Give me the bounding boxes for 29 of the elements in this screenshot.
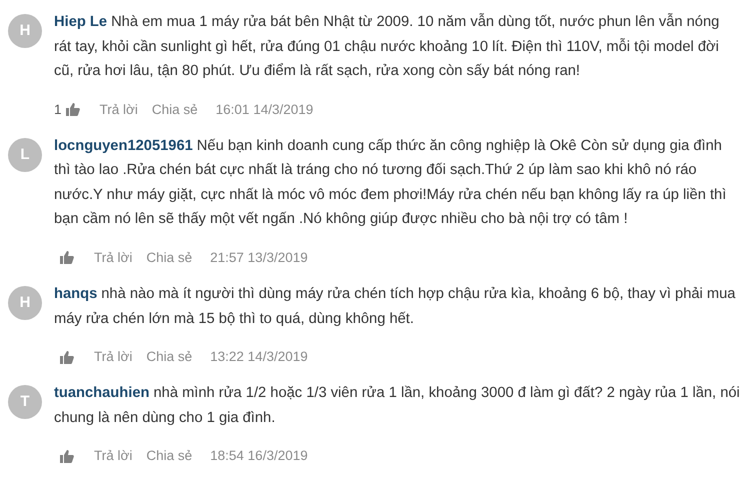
avatar: T — [8, 385, 42, 420]
author-link[interactable]: tuanchauhien — [54, 385, 150, 402]
timestamp: 21:57 13/3/2019 — [210, 248, 308, 267]
share-link[interactable]: Chia sẻ — [152, 100, 198, 120]
timestamp: 18:54 16/3/2019 — [210, 447, 308, 466]
timestamp: 16:01 14/3/2019 — [216, 100, 314, 118]
thumbs-up-icon[interactable] — [60, 350, 74, 364]
author-link[interactable]: locnguyen12051961 — [54, 138, 193, 154]
reply-link[interactable]: Trả lời — [94, 347, 132, 368]
reply-link[interactable]: Trả lời — [94, 446, 132, 466]
author-link[interactable]: hanqs — [54, 286, 98, 302]
author-link[interactable]: Hiep Le — [54, 14, 108, 30]
avatar: L — [8, 138, 42, 172]
share-link[interactable]: Chia sẻ — [146, 347, 192, 368]
thumbs-up-icon[interactable] — [66, 103, 80, 116]
thumbs-up-icon[interactable] — [60, 251, 74, 264]
avatar: H — [8, 286, 42, 320]
timestamp: 13:22 14/3/2019 — [210, 348, 308, 366]
reply-link[interactable]: Trả lời — [94, 248, 132, 268]
avatar: H — [8, 14, 42, 48]
comment-text: locnguyen12051961 Nếu bạn kinh doanh cung cấp thức ăn công nghiệp là Okê Còn sử dụng gia đình thì tào lao .Rửa chén bát cực nhất là tráng cho nó tương đối sạch.Thứ 2 úp làm sao khi khô nó ráo nước.Y như máy giặt, cực nhất là móc vô móc đem phơi!Máy rửa chén nếu bạn không lấy ra úp liền thì bạn cầm nó lên sẽ thấy một vết ngấn .Nó không giúp được nhiều cho bà nội trợ có tâm ! — [54, 136, 728, 230]
comment-text: Hiep Le Nhà em mua 1 máy rửa bát bên Nhật từ 2009. 10 năm vẫn dùng tốt, nước phun lên vẫn nóng rát tay, khỏi cần sunlight gì hết, rửa đúng 01 chậu nước khoảng 10 lít. Điện thì 110V, mỗi tội model đời cũ, rửa hơi lâu, tận 80 phút. Ưu điểm là rất sạch, rửa xong còn sấy bát nóng ran! — [54, 12, 720, 81]
reply-link[interactable]: Trả lời — [100, 100, 138, 120]
like-count: 1 — [54, 100, 62, 118]
thumbs-up-icon[interactable] — [60, 450, 74, 463]
comment-text: hanqs nhà nào mà ít người thì dùng máy rửa chén tích hợp chậu rửa kìa, khoảng 6 bộ, thay vì phải mua máy rửa chén lớn mà 15 bộ thì to quá, dùng không hết. — [54, 285, 736, 328]
share-link[interactable]: Chia sẻ — [146, 446, 192, 466]
share-link[interactable]: Chia sẻ — [146, 248, 192, 268]
comment-text: tuanchauhien nhà mình rửa 1/2 hoặc 1/3 viên rửa 1 lần, khoảng 3000 đ làm gì đất? 2 ngày rủa 1 lần, nói chung là nên dùng cho 1 gia đình. — [54, 384, 740, 428]
